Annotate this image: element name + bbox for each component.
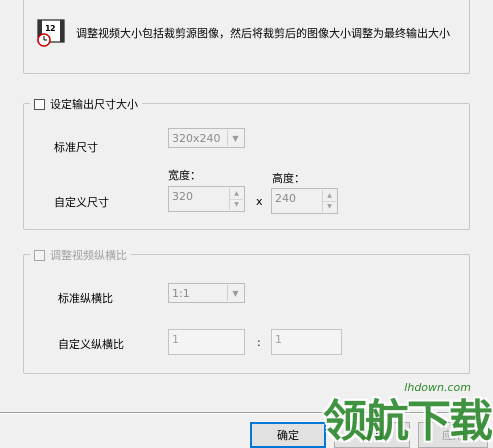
aspect-checkbox[interactable] <box>34 249 45 261</box>
width-value: 320 <box>172 190 193 203</box>
aspect-input-a[interactable]: 1 <box>168 329 245 355</box>
aspect-group <box>23 254 470 374</box>
height-label: 高度： <box>272 172 305 185</box>
height-value: 240 <box>275 192 296 205</box>
custom-size-label: 自定义尺寸 <box>54 196 109 209</box>
standard-aspect-select[interactable]: 1:1 ▼ <box>168 283 245 303</box>
standard-size-value: 320x240 <box>172 131 221 145</box>
custom-aspect-label: 自定义纵横比 <box>58 338 124 351</box>
resize-film-icon: 1 2 <box>35 19 67 47</box>
spin-up-icon[interactable]: ▲ <box>230 188 243 199</box>
standard-aspect-label: 标准纵横比 <box>58 292 113 305</box>
output-size-checkbox[interactable] <box>34 98 45 110</box>
ok-button[interactable]: 确定 <box>250 422 326 448</box>
info-text: 调整视频大小包括裁剪源图像，然后将裁剪后的图像大小调整为最终输出大小 <box>76 27 450 40</box>
watermark-logo: 领航下载 <box>323 396 493 447</box>
watermark-url: lhdown.com <box>404 381 471 394</box>
output-size-group <box>23 103 470 230</box>
output-size-checkbox-label: 设定输出尺寸大小 <box>50 98 138 111</box>
chevron-down-icon[interactable]: ▼ <box>227 130 243 146</box>
width-spinbox[interactable]: 320 ▲ ▼ <box>168 186 245 212</box>
aspect-legend[interactable]: 调整视频纵横比 <box>30 247 131 263</box>
aspect-input-b[interactable]: 1 <box>271 329 342 355</box>
spin-up-icon[interactable]: ▲ <box>323 190 336 201</box>
width-label: 宽度： <box>168 169 201 182</box>
standard-size-select[interactable]: 320x240 ▼ <box>168 128 245 148</box>
standard-size-label: 标准尺寸 <box>54 141 98 154</box>
spin-down-icon[interactable]: ▼ <box>230 198 243 211</box>
standard-aspect-value: 1:1 <box>172 286 190 300</box>
output-size-legend[interactable]: 设定输出尺寸大小 <box>30 96 142 112</box>
chevron-down-icon[interactable]: ▼ <box>227 285 243 301</box>
aspect-separator: : <box>257 336 261 349</box>
height-spinbox[interactable]: 240 ▲ ▼ <box>271 188 338 214</box>
spin-down-icon[interactable]: ▼ <box>323 200 336 213</box>
svg-text:2: 2 <box>50 24 56 33</box>
size-separator: x <box>256 195 263 208</box>
aspect-checkbox-label: 调整视频纵横比 <box>50 249 127 262</box>
